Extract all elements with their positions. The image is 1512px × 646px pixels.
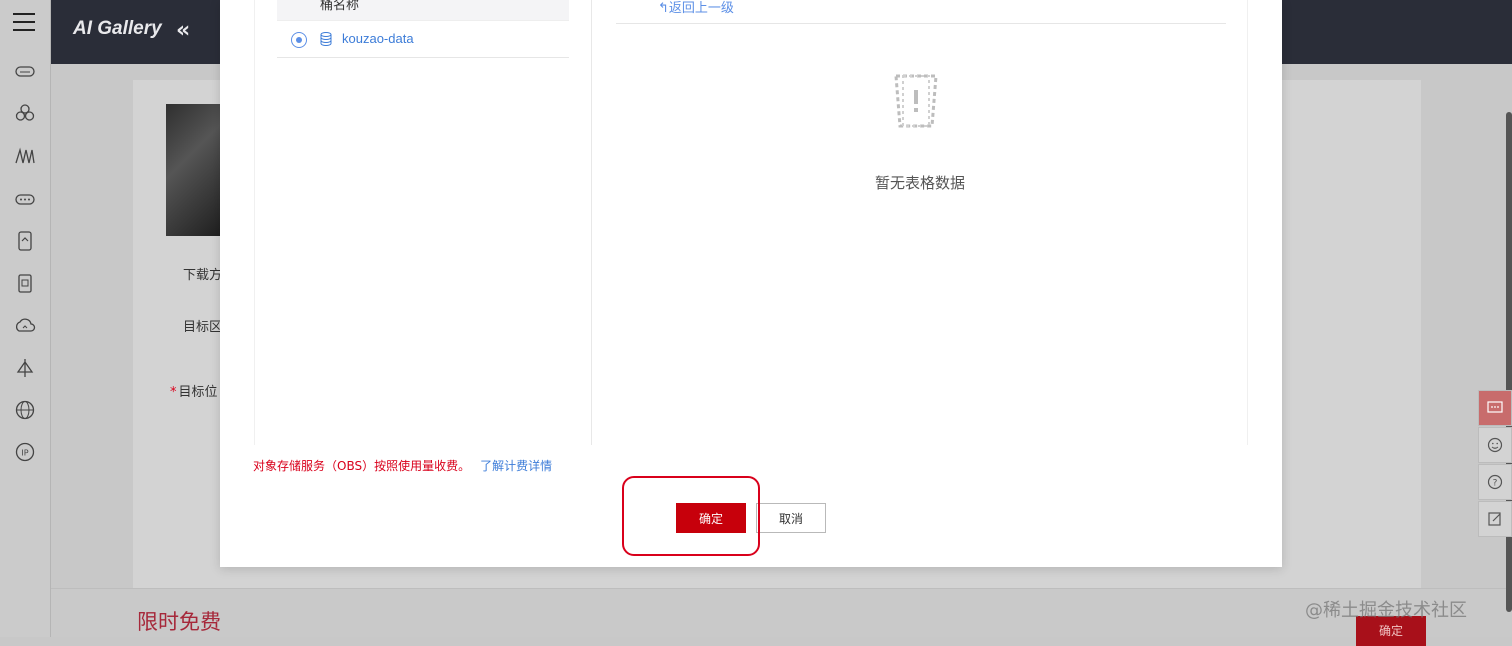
watermark: @稀土掘金技术社区 (1305, 600, 1467, 621)
divider (616, 23, 1226, 24)
billing-details-link[interactable]: 了解计费详情 (480, 459, 552, 473)
signal-icon[interactable] (14, 145, 36, 167)
annotation-highlight (622, 476, 760, 556)
cloud-sync-icon[interactable] (14, 315, 36, 337)
empty-data-icon (894, 74, 938, 128)
ip-icon[interactable]: IP (14, 441, 36, 463)
smile-icon[interactable] (1478, 427, 1512, 463)
download-label: 下载方 (183, 268, 223, 283)
empty-state-text: 暂无表格数据 (875, 174, 966, 192)
feedback-icon[interactable] (1478, 501, 1512, 537)
storage-icon[interactable] (14, 188, 36, 210)
document-icon[interactable] (14, 272, 36, 294)
right-toolbar: ? (1478, 390, 1512, 537)
background-photo (166, 104, 222, 236)
table-row[interactable]: kouzao-data (277, 20, 569, 58)
bucket-radio[interactable] (291, 32, 307, 48)
menu-icon[interactable] (13, 13, 35, 33)
region-label: 目标区 (183, 320, 223, 335)
file-icon[interactable] (14, 230, 36, 252)
satellite-icon[interactable] (14, 357, 36, 379)
left-rail: IP (0, 0, 51, 637)
help-icon[interactable]: ? (1478, 464, 1512, 500)
bucket-list-panel: 桶名称 kouzao-data (254, 0, 592, 445)
obs-select-dialog: 桶名称 kouzao-data ↰返回上一级 暂无表格数据 对象存储服务（OBS… (220, 0, 1282, 567)
cancel-button[interactable]: 取消 (756, 503, 826, 533)
page-scrollbar[interactable] (1506, 112, 1512, 612)
bucket-column-header: 桶名称 (277, 0, 569, 20)
promo-text: 限时免费 (137, 610, 221, 634)
location-label: * 目标位 (170, 385, 218, 400)
svg-text:IP: IP (21, 449, 28, 458)
back-link[interactable]: ↰返回上一级 (658, 0, 734, 16)
svg-text:?: ? (1493, 479, 1498, 489)
collapse-icon[interactable]: « (176, 18, 190, 43)
chat-icon[interactable] (1478, 390, 1512, 426)
bucket-name[interactable]: kouzao-data (342, 31, 414, 46)
cluster-icon[interactable] (14, 102, 36, 124)
bottom-band (51, 588, 1512, 637)
brand-logo[interactable]: AI Gallery (73, 18, 162, 40)
globe-icon[interactable] (14, 399, 36, 421)
cloud-icon[interactable] (14, 60, 36, 82)
billing-note: 对象存储服务（OBS）按照使用量收费。 了解计费详情 (253, 459, 553, 473)
database-icon (320, 32, 332, 46)
object-list-panel: ↰返回上一级 暂无表格数据 (616, 0, 1248, 445)
